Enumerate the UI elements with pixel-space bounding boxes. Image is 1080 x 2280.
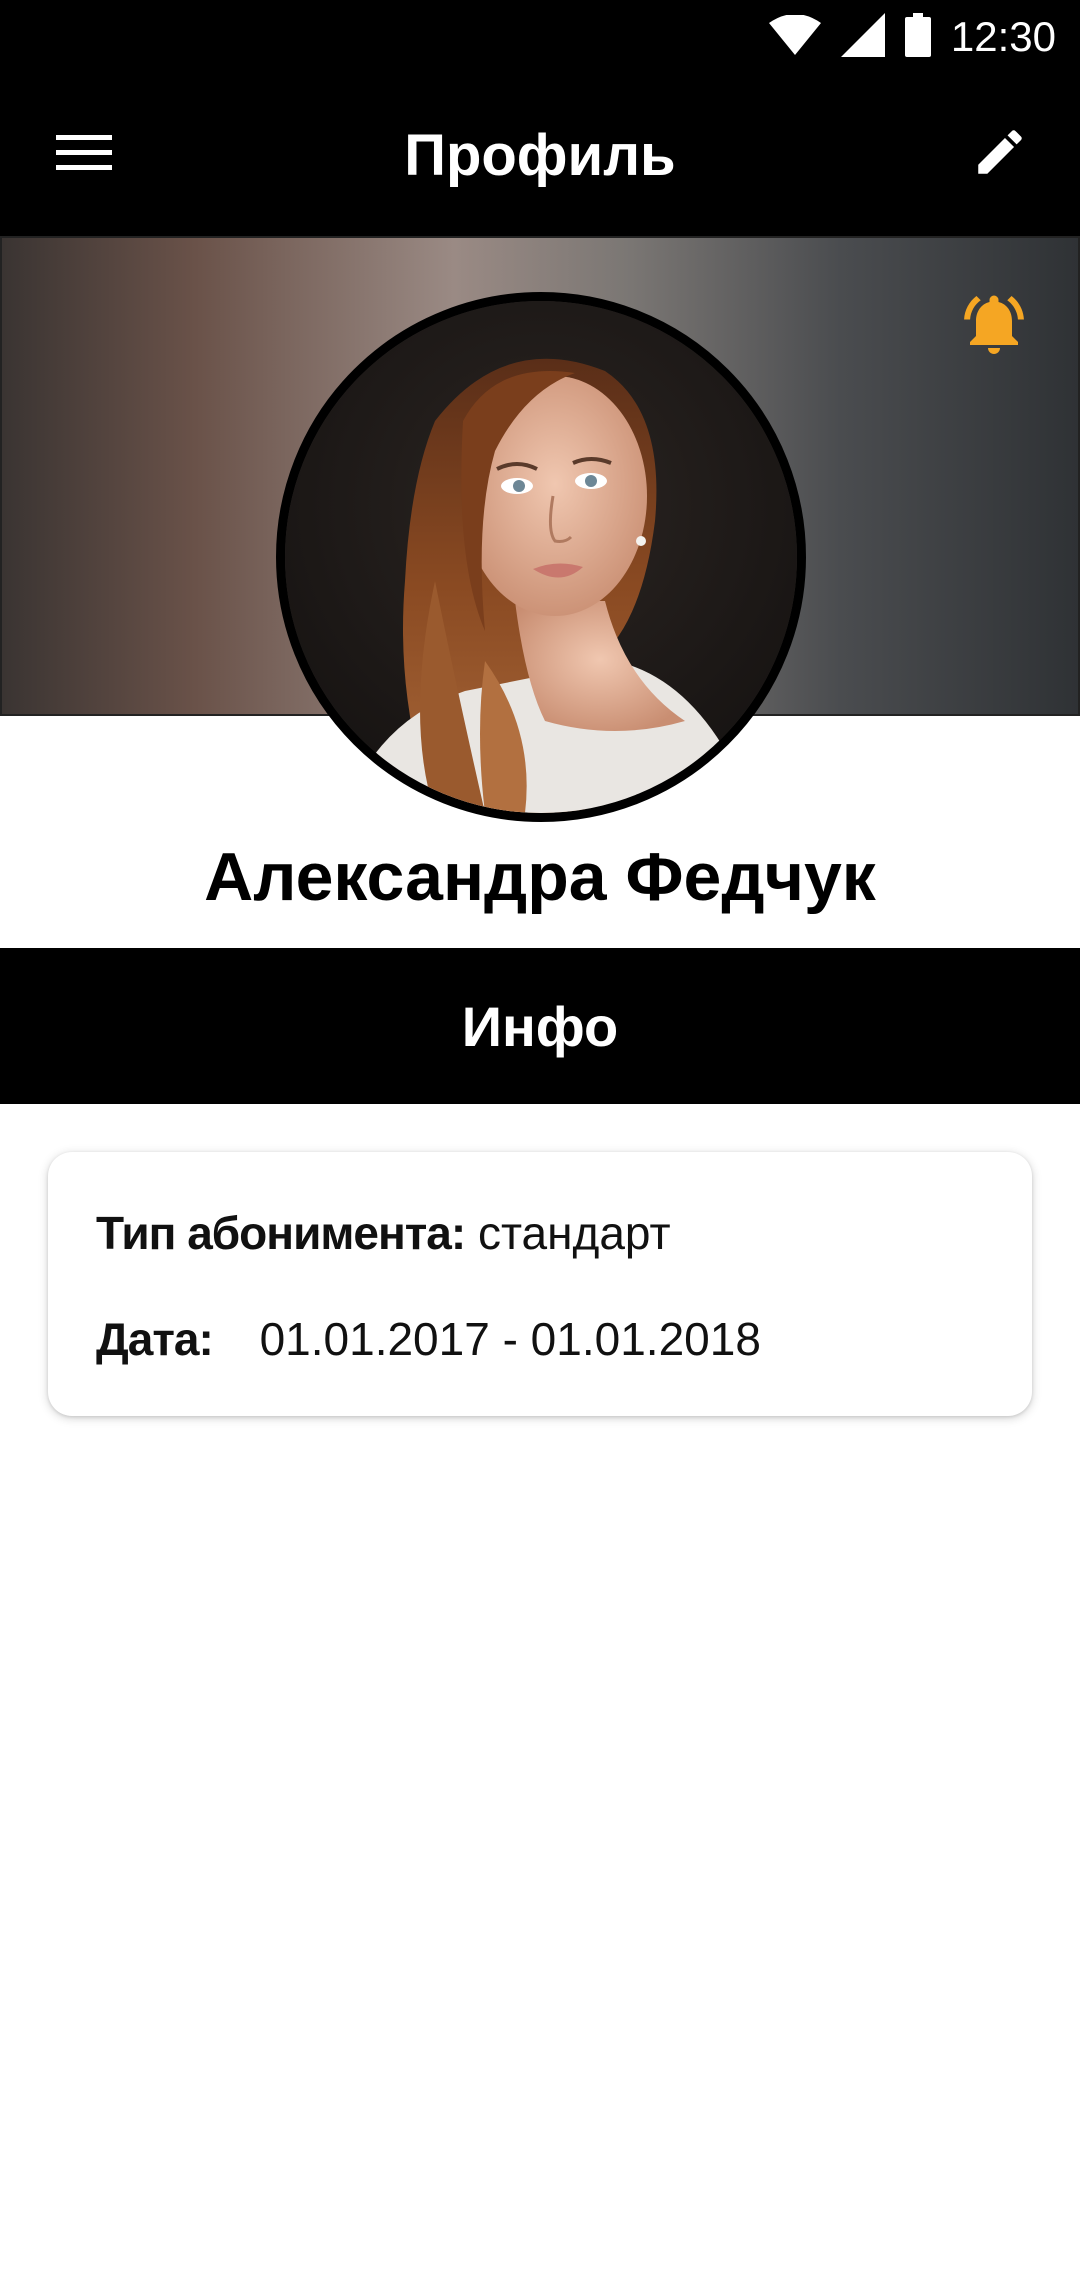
info-section-header[interactable]: Инфо	[0, 948, 1080, 1104]
page-title: Профиль	[404, 122, 676, 188]
status-time: 12:30	[950, 13, 1056, 60]
date-value: 01.01.2017 - 01.01.2018	[259, 1313, 761, 1365]
menu-button[interactable]	[40, 120, 128, 190]
date-row: Дата: 01.01.2017 - 01.01.2018	[96, 1312, 761, 1366]
info-card: Тип абонимента: стандарт Дата: 01.01.201…	[48, 1152, 1032, 1416]
menu-icon	[56, 133, 112, 178]
subscription-label: Тип абонимента:	[96, 1207, 466, 1259]
battery-icon	[904, 12, 931, 62]
avatar-photo	[285, 301, 797, 813]
notification-button[interactable]	[958, 288, 1030, 360]
avatar[interactable]	[276, 292, 806, 822]
user-name: Александра Федчук	[204, 839, 876, 915]
status-icons: 12:30	[768, 12, 1056, 62]
subscription-value: стандарт	[477, 1207, 671, 1259]
status-bar: 12:30	[0, 0, 1080, 74]
edit-button[interactable]	[960, 114, 1040, 194]
bell-icon	[958, 295, 1030, 364]
app-bar: Профиль	[0, 74, 1080, 236]
signal-icon	[840, 12, 885, 62]
date-label: Дата:	[96, 1313, 214, 1365]
edit-icon	[971, 123, 1029, 186]
wifi-icon	[768, 13, 821, 60]
subscription-row: Тип абонимента: стандарт	[96, 1206, 671, 1260]
